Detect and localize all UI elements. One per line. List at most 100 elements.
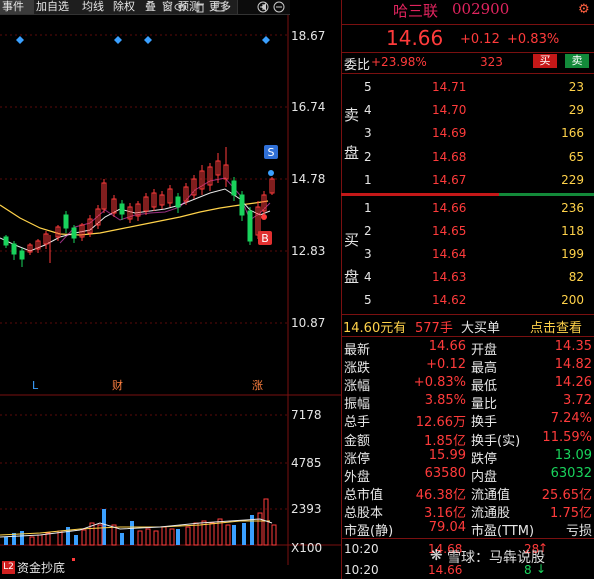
tab-dot xyxy=(72,558,75,561)
big-order-view-link[interactable]: 点击查看 xyxy=(530,317,582,336)
toolbar-ma-button[interactable]: 均线 xyxy=(80,0,113,14)
ask-strength-bar xyxy=(499,193,594,196)
stat-label-right: 市盈(TTM) xyxy=(471,524,535,539)
ask-price[interactable]: 14.69 xyxy=(432,126,466,140)
volume-axis-label: 2393 xyxy=(291,502,322,516)
stat-value-left: +0.83% xyxy=(413,375,466,390)
stat-value-left: 3.85% xyxy=(424,393,466,408)
bid-price[interactable]: 14.65 xyxy=(432,224,466,238)
last-price: 14.66 xyxy=(386,26,444,50)
zoom-in-icon[interactable] xyxy=(257,1,269,13)
stat-label-right: 量比 xyxy=(471,397,498,412)
stat-value-right: 13.09 xyxy=(554,448,592,463)
volume-bars xyxy=(0,498,277,546)
stat-value-left: 12.66万 xyxy=(415,415,466,430)
ask-volume: 65 xyxy=(568,150,584,164)
trash-icon[interactable] xyxy=(194,1,206,13)
price-axis-label: 16.74 xyxy=(291,100,326,114)
stat-value-right: 14.26 xyxy=(554,375,592,390)
stat-label-left: 振幅 xyxy=(344,397,371,412)
bid-price[interactable]: 14.63 xyxy=(432,270,466,284)
stat-value-right: 7.24% xyxy=(550,411,592,426)
stat-value-left: +0.12 xyxy=(426,357,466,372)
stat-label-left: 总手 xyxy=(344,415,371,430)
capital-bottom-tab[interactable]: 资金抄底 xyxy=(17,559,65,576)
stat-label-right: 流通值 xyxy=(471,488,511,503)
buy-flag-label: B xyxy=(261,232,269,245)
ask-level: 2 xyxy=(364,150,372,164)
price-change-pct: +0.83% xyxy=(507,32,560,47)
bid-level: 4 xyxy=(364,270,372,284)
ask-level: 5 xyxy=(364,80,372,94)
stat-value-left: 15.99 xyxy=(428,448,466,463)
price-axis-label: 10.87 xyxy=(291,316,326,330)
bid-price[interactable]: 14.62 xyxy=(432,293,466,307)
buy-side-label-2: 盘 xyxy=(344,268,360,286)
watermark-text: 雪球：马犇说股 xyxy=(447,550,545,566)
tick-time: 10:20 xyxy=(344,542,379,556)
l2-badge: L2 xyxy=(2,561,15,574)
price-axis-label: 18.67 xyxy=(291,29,326,43)
stat-value-right: 1.75亿 xyxy=(550,506,592,521)
xueqiu-logo-icon: ❋ xyxy=(430,546,443,564)
stat-value-left: 1.85亿 xyxy=(424,434,466,449)
stat-value-left: 63580 xyxy=(424,466,466,481)
stat-label-right: 开盘 xyxy=(471,343,498,358)
expand-icon[interactable] xyxy=(214,1,226,13)
divider xyxy=(341,52,594,53)
sell-button[interactable]: 卖 xyxy=(565,54,589,68)
stat-label-left: 涨幅 xyxy=(344,379,371,394)
event-markers[interactable] xyxy=(16,36,270,44)
stat-value-left: 3.16亿 xyxy=(424,506,466,521)
stat-label-left: 总股本 xyxy=(344,506,384,521)
bid-level: 2 xyxy=(364,224,372,238)
ask-price[interactable]: 14.71 xyxy=(432,80,466,94)
bid-price[interactable]: 14.64 xyxy=(432,247,466,261)
eye-icon[interactable] xyxy=(174,1,186,13)
toolbar-add-watchlist-button[interactable]: 加自选 xyxy=(34,0,81,14)
stat-label-right: 换手 xyxy=(471,415,498,430)
ask-price[interactable]: 14.68 xyxy=(432,150,466,164)
stat-label-left: 外盘 xyxy=(344,470,371,485)
committee-ratio-value: +23.98% xyxy=(371,55,427,69)
volume-axis-label: 7178 xyxy=(291,408,322,422)
stat-label-left: 金额 xyxy=(344,434,371,449)
financial-report-marker[interactable]: 财 xyxy=(112,378,123,392)
stock-name: 哈三联 xyxy=(393,2,439,20)
divider xyxy=(341,538,594,539)
stat-value-right: 14.82 xyxy=(554,357,592,372)
sell-side-label-1: 卖 xyxy=(344,106,360,124)
price-axis-label: 12.83 xyxy=(291,244,326,258)
committee-diff: 323 xyxy=(480,55,503,69)
ask-volume: 166 xyxy=(561,126,584,140)
ask-volume: 23 xyxy=(568,80,584,94)
divider xyxy=(341,336,594,337)
low-marker-label[interactable]: L xyxy=(32,379,39,392)
stat-value-right: 亏损 xyxy=(565,524,592,539)
bid-level: 1 xyxy=(364,201,372,215)
stat-value-right: 63032 xyxy=(550,466,592,481)
ask-price[interactable]: 14.67 xyxy=(432,173,466,187)
ask-price[interactable]: 14.70 xyxy=(432,103,466,117)
sell-side-label-2: 盘 xyxy=(344,144,360,162)
divider xyxy=(341,73,594,74)
toolbar-events-button[interactable]: 事件 xyxy=(0,0,35,14)
stat-label-right: 换手(实) xyxy=(471,434,521,449)
limit-up-marker[interactable]: 涨 xyxy=(252,379,263,392)
buy-button[interactable]: 买 xyxy=(533,54,557,68)
ask-volume: 229 xyxy=(561,173,584,187)
stat-value-right: 11.59% xyxy=(542,430,592,445)
bid-price[interactable]: 14.66 xyxy=(432,201,466,215)
stat-label-right: 流通股 xyxy=(471,506,511,521)
tick-time: 10:20 xyxy=(344,563,379,577)
stat-label-left: 涨停 xyxy=(344,452,371,467)
stat-value-right: 25.65亿 xyxy=(541,488,592,503)
bid-strength-bar xyxy=(341,193,499,196)
ask-level: 4 xyxy=(364,103,372,117)
zoom-out-icon[interactable] xyxy=(273,1,285,13)
price-change: +0.12 xyxy=(460,32,500,47)
toolbar-exright-button[interactable]: 除权 xyxy=(111,0,144,14)
stat-value-left: 79.04 xyxy=(428,520,466,535)
settings-gear-icon[interactable]: ⚙ xyxy=(578,2,590,17)
stat-value-right: 14.35 xyxy=(554,339,592,354)
